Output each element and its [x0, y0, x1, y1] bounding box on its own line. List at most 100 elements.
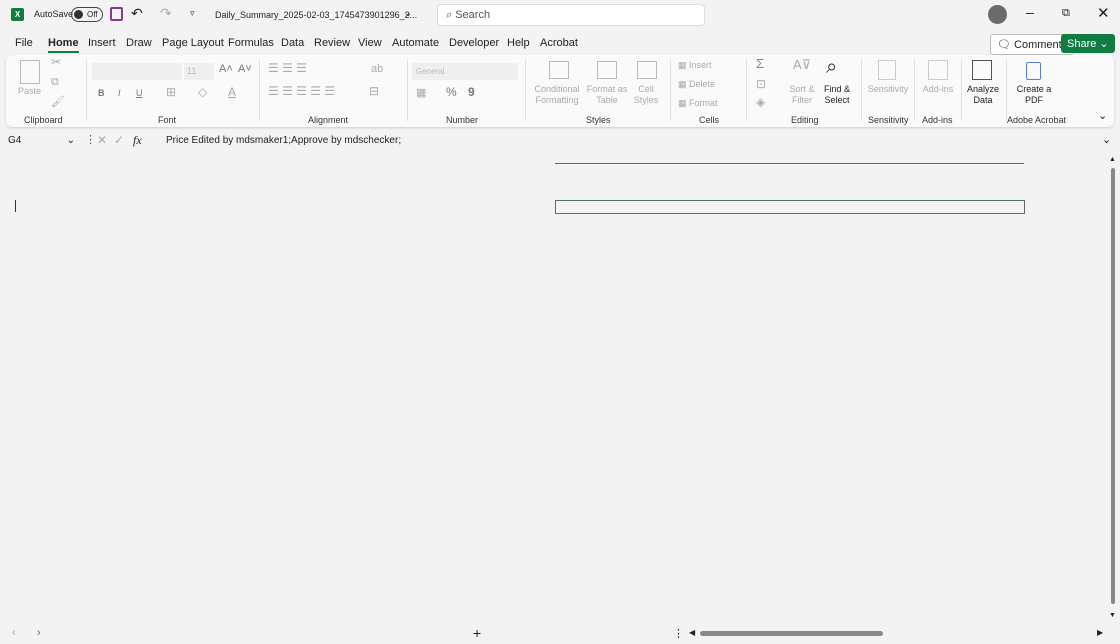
analyze-data-button[interactable]: Analyze Data — [964, 84, 1002, 106]
tab-help[interactable]: Help — [507, 37, 530, 49]
prev-sheet-icon[interactable]: ‹ — [12, 627, 16, 639]
tab-review[interactable]: Review — [314, 37, 350, 49]
font-size-select[interactable]: 11 — [184, 63, 214, 80]
tab-acrobat[interactable]: Acrobat — [540, 37, 578, 49]
more-options-icon[interactable]: ⋮ — [673, 627, 684, 640]
delete-cells-button[interactable]: ▦ Delete — [678, 79, 715, 90]
underline-button[interactable]: U — [136, 88, 143, 99]
redo-icon[interactable]: ↷ — [160, 5, 172, 22]
bold-button[interactable]: B — [98, 88, 105, 99]
add-ins-icon — [928, 60, 948, 80]
search-icon: ⌕ — [446, 9, 456, 21]
group-adobe-acrobat: Adobe Acrobat — [1007, 115, 1067, 125]
worksheet-grid[interactable] — [0, 152, 1108, 622]
merge-center-icon[interactable]: ⊟ — [369, 85, 379, 97]
copy-icon[interactable]: ⧉ — [51, 77, 59, 88]
next-sheet-icon[interactable]: › — [37, 627, 41, 639]
share-button[interactable]: Share ⌄ — [1061, 34, 1115, 53]
format-as-table-button[interactable]: Format as Table — [584, 84, 630, 106]
close-icon[interactable]: ✕ — [1097, 4, 1110, 22]
sort-filter-icon: A⊽ — [793, 57, 812, 72]
vertical-scrollbar[interactable]: ▲ ▼ — [1109, 156, 1117, 622]
formula-bar: G4 ⌄ ⋮ ✕ ✓ fx Price Edited by mdsmaker1;A… — [0, 131, 1120, 151]
add-sheet-icon[interactable]: + — [473, 625, 481, 641]
decrease-font-icon[interactable]: A˅ — [238, 64, 252, 75]
scroll-left-icon[interactable]: ◀ — [689, 628, 695, 637]
tab-home[interactable]: Home — [48, 37, 79, 53]
cut-icon[interactable]: ✂ — [51, 56, 61, 68]
format-painter-icon[interactable]: 🖌 — [51, 97, 65, 108]
increase-font-icon[interactable]: A˄ — [219, 64, 233, 75]
horizontal-scrollbar[interactable] — [700, 631, 883, 636]
avatar[interactable] — [988, 5, 1007, 24]
paste-icon[interactable] — [20, 60, 40, 84]
undo-icon[interactable]: ↶ — [131, 5, 143, 22]
more-options-icon[interactable]: ⋮ — [85, 133, 96, 146]
group-alignment: Alignment — [308, 115, 349, 125]
tab-automate[interactable]: Automate — [392, 37, 439, 49]
group-clipboard: Clipboard — [24, 115, 63, 125]
expand-formula-icon[interactable]: ⌄ — [1102, 133, 1111, 146]
align-left-icon[interactable]: ☰ ☰ ☰ ☰ ☰ — [268, 85, 335, 97]
fill-icon[interactable]: ⊡ — [756, 78, 766, 90]
tab-data[interactable]: Data — [281, 37, 304, 49]
wrap-text-icon[interactable]: ab — [371, 64, 383, 75]
tab-insert[interactable]: Insert — [88, 37, 116, 49]
formula-input[interactable]: Price Edited by mdsmaker1;Approve by mds… — [160, 132, 1100, 150]
clear-icon[interactable]: ◈ — [756, 96, 765, 108]
create-pdf-button[interactable]: Create a PDF — [1016, 84, 1052, 106]
insert-function-button[interactable]: fx — [133, 133, 142, 148]
collapse-ribbon-icon[interactable]: ⌄ — [1098, 109, 1107, 122]
paste-button[interactable]: Paste — [18, 86, 41, 97]
format-as-table-icon — [597, 61, 617, 79]
restore-icon[interactable]: ⧉ — [1062, 7, 1070, 20]
group-add-ins: Add-ins — [922, 115, 953, 125]
group-styles: Styles — [586, 115, 611, 125]
font-name-select[interactable] — [92, 63, 182, 80]
group-sensitivity: Sensitivity — [868, 115, 909, 125]
autosum-button[interactable]: Σ — [756, 57, 764, 70]
name-box[interactable]: G4 ⌄ — [4, 133, 78, 150]
accounting-icon[interactable]: ▦ — [416, 88, 426, 99]
comma-button[interactable]: 9 — [468, 86, 475, 98]
group-number: Number — [446, 115, 479, 125]
borders-icon[interactable]: ⊞ — [166, 86, 176, 98]
tab-view[interactable]: View — [358, 37, 382, 49]
enter-icon[interactable]: ✓ — [114, 133, 124, 147]
filename[interactable]: Daily_Summary_2025-02-03_1745473901296_2… — [215, 10, 417, 20]
tab-page-layout[interactable]: Page Layout — [162, 37, 224, 49]
autosave-toggle[interactable]: Off — [71, 7, 103, 22]
text-cursor — [15, 200, 16, 212]
conditional-formatting-button[interactable]: Conditional Formatting — [531, 84, 583, 106]
find-select-button[interactable]: Find & Select — [820, 84, 854, 106]
tab-draw[interactable]: Draw — [126, 37, 152, 49]
format-cells-button[interactable]: ▦ Format — [678, 98, 718, 109]
tab-developer[interactable]: Developer — [449, 37, 499, 49]
customize-qat-icon[interactable]: ▿ — [190, 8, 195, 19]
excel-logo-icon: X — [11, 8, 24, 21]
cell-styles-button[interactable]: Cell Styles — [628, 84, 664, 106]
fill-color-icon[interactable]: ◇ — [198, 86, 207, 98]
insert-cells-button[interactable]: ▦ Insert — [678, 60, 712, 71]
chevron-down-icon[interactable]: ⌄ — [404, 8, 412, 19]
comment-icon: 🗨 — [997, 39, 1015, 51]
save-icon[interactable] — [110, 7, 123, 21]
sensitivity-icon — [878, 60, 896, 80]
sort-filter-button[interactable]: Sort & Filter — [787, 84, 817, 106]
autosave-label: AutoSave — [34, 9, 74, 19]
font-color-icon[interactable]: A — [228, 86, 236, 98]
group-font: Font — [158, 115, 177, 125]
active-cell[interactable] — [555, 200, 1025, 214]
sensitivity-button[interactable]: Sensitivity — [866, 84, 910, 95]
minimize-icon[interactable]: – — [1026, 4, 1034, 20]
percent-button[interactable]: % — [446, 86, 457, 98]
cancel-icon[interactable]: ✕ — [97, 133, 107, 147]
scroll-right-icon[interactable]: ▶ — [1097, 628, 1103, 637]
tab-formulas[interactable]: Formulas — [228, 37, 274, 49]
number-format-select[interactable]: General — [412, 63, 518, 80]
align-top-icon[interactable]: ☰ ☰ ☰ — [268, 62, 307, 74]
italic-button[interactable]: I — [118, 88, 121, 99]
add-ins-button[interactable]: Add-ins — [920, 84, 956, 95]
search-input[interactable]: ⌕ Search — [437, 4, 705, 26]
tab-file[interactable]: File — [15, 37, 33, 49]
